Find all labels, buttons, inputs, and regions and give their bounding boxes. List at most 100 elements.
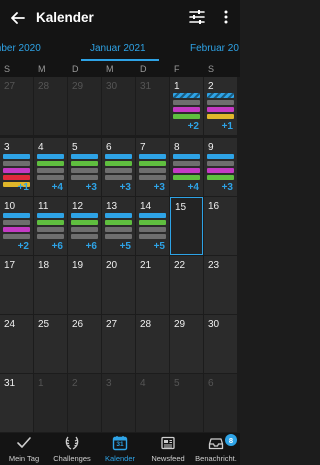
next-month-tab[interactable]: Februar 20: [190, 43, 239, 54]
event-bar: [3, 227, 30, 232]
event-bar: [139, 168, 166, 173]
event-bars: [173, 93, 200, 121]
day-cell[interactable]: 23: [204, 256, 237, 314]
day-number: 1: [174, 81, 180, 92]
day-cell[interactable]: 20: [102, 256, 135, 314]
day-cell[interactable]: 2 +1: [204, 77, 237, 135]
check-icon: [16, 435, 32, 451]
day-cell[interactable]: 7 +3: [136, 138, 169, 196]
day-cell[interactable]: 27: [102, 315, 135, 373]
event-bar: [105, 234, 132, 239]
day-cell[interactable]: 8 +4: [170, 138, 203, 196]
day-cell[interactable]: 27: [0, 77, 33, 135]
event-bar: [37, 234, 64, 239]
event-bars: [37, 154, 64, 182]
day-cell[interactable]: 26: [68, 315, 101, 373]
day-cell[interactable]: 12 +6: [68, 197, 101, 255]
more-events-count: +4: [51, 182, 63, 193]
event-bar: [37, 168, 64, 173]
day-cell[interactable]: 22: [170, 256, 203, 314]
day-cell[interactable]: 10 +2: [0, 197, 33, 255]
event-bar: [207, 154, 234, 159]
day-number: 3: [4, 142, 10, 153]
more-events-count: +3: [85, 182, 97, 193]
calendar-grid: 27 28 29 30 31 1 +2 2 +1 3 +1 4 +4 5 +3 6 +3 7 +3 8 +4 9 +3 10 +…: [0, 77, 240, 433]
day-cell[interactable]: 13 +5: [102, 197, 135, 255]
more-events-count: +3: [153, 182, 165, 193]
day-cell[interactable]: 19: [68, 256, 101, 314]
more-events-count: +2: [17, 241, 29, 252]
day-cell[interactable]: 9 +3: [204, 138, 237, 196]
weekday-label: M: [106, 64, 114, 74]
day-number: 31: [140, 81, 152, 92]
day-cell[interactable]: 16: [204, 197, 237, 255]
weekday-label: F: [174, 64, 180, 74]
calendar-icon-day: 31: [116, 441, 124, 448]
event-bar: [105, 175, 132, 180]
nav-item-newsfeed[interactable]: Newsfeed: [144, 433, 192, 465]
day-cell[interactable]: 29: [170, 315, 203, 373]
event-bar: [3, 175, 30, 180]
event-bar: [105, 213, 132, 218]
event-bar: [207, 168, 234, 173]
weekday-label: D: [72, 64, 79, 74]
nav-item-kalender[interactable]: 31 Kalender: [96, 433, 144, 465]
day-number: 4: [140, 378, 146, 389]
more-events-count: +4: [187, 182, 199, 193]
day-cell[interactable]: 28: [136, 315, 169, 373]
day-number: 7: [140, 142, 146, 153]
more-events-count: +1: [221, 121, 233, 132]
day-cell-today[interactable]: 15: [170, 197, 203, 255]
day-cell[interactable]: 6: [204, 374, 237, 432]
day-number: 27: [4, 81, 16, 92]
day-number: 31: [4, 378, 16, 389]
day-cell[interactable]: 17: [0, 256, 33, 314]
day-cell[interactable]: 30: [204, 315, 237, 373]
previous-month-tab[interactable]: mber 2020: [0, 43, 41, 54]
event-bar: [71, 227, 98, 232]
day-cell[interactable]: 11 +6: [34, 197, 67, 255]
day-cell[interactable]: 31: [136, 77, 169, 135]
event-bar: [71, 213, 98, 218]
day-cell[interactable]: 4: [136, 374, 169, 432]
day-cell[interactable]: 4 +4: [34, 138, 67, 196]
current-month-tab[interactable]: Januar 2021: [90, 43, 146, 54]
nav-label: Kalender: [104, 454, 136, 463]
day-cell[interactable]: 25: [34, 315, 67, 373]
day-number: 5: [174, 378, 180, 389]
day-cell[interactable]: 28: [34, 77, 67, 135]
day-number: 28: [38, 81, 50, 92]
more-options-icon[interactable]: [216, 7, 236, 27]
weekday-label: S: [4, 64, 11, 74]
day-cell[interactable]: 1: [34, 374, 67, 432]
event-bar: [71, 168, 98, 173]
day-cell[interactable]: 5 +3: [68, 138, 101, 196]
event-bar: [173, 114, 200, 119]
day-cell[interactable]: 6 +3: [102, 138, 135, 196]
day-cell[interactable]: 18: [34, 256, 67, 314]
laurel-icon: [64, 435, 80, 451]
day-cell[interactable]: 1 +2: [170, 77, 203, 135]
filter-settings-icon[interactable]: [188, 8, 206, 26]
event-bars: [71, 213, 98, 241]
day-cell[interactable]: 21: [136, 256, 169, 314]
day-cell[interactable]: 14 +5: [136, 197, 169, 255]
day-cell[interactable]: 3: [102, 374, 135, 432]
day-number: 2: [208, 81, 214, 92]
back-arrow-icon[interactable]: [0, 0, 36, 35]
nav-item-challenges[interactable]: Challenges: [48, 433, 96, 465]
day-cell[interactable]: 3 +1: [0, 138, 33, 196]
day-cell[interactable]: 29: [68, 77, 101, 135]
day-cell[interactable]: 5: [170, 374, 203, 432]
day-cell[interactable]: 31: [0, 374, 33, 432]
event-bars: [173, 154, 200, 182]
day-number: 27: [106, 319, 118, 330]
more-events-count: +2: [187, 121, 199, 132]
nav-item-benachricht[interactable]: Benachricht. 8: [192, 433, 240, 465]
nav-item-mein-tag[interactable]: Mein Tag: [0, 433, 48, 465]
event-bars: [139, 213, 166, 241]
day-number: 29: [174, 319, 186, 330]
day-cell[interactable]: 2: [68, 374, 101, 432]
day-cell[interactable]: 24: [0, 315, 33, 373]
day-cell[interactable]: 30: [102, 77, 135, 135]
